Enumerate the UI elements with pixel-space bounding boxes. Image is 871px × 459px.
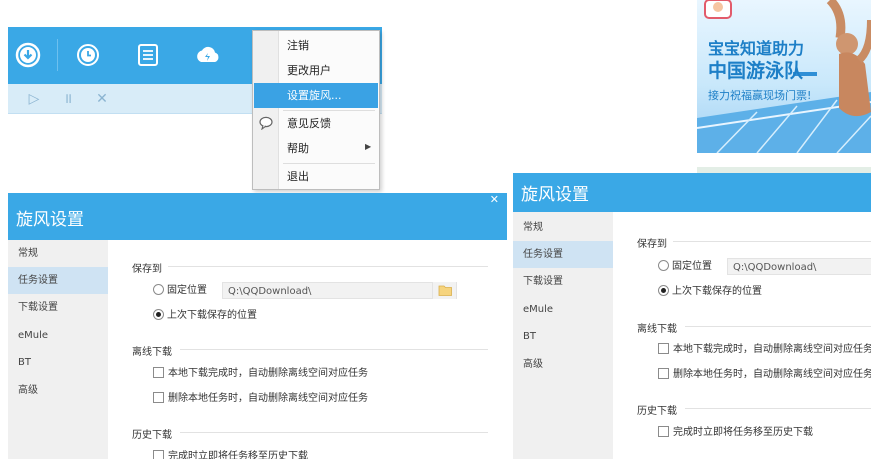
close-icon[interactable]: ✕ [94, 91, 110, 107]
checkbox-box[interactable] [153, 367, 164, 378]
section-offline: 离线下载 [132, 347, 172, 358]
save-path-field[interactable]: Q:\QQDownload\ [727, 258, 871, 275]
cloud-icon[interactable] [194, 41, 222, 69]
section-divider [685, 408, 871, 409]
dialog-title: 旋风设置 [16, 210, 84, 230]
nav-bt[interactable]: BT [513, 323, 613, 350]
section-divider [685, 326, 871, 327]
nav-task-settings[interactable]: 任务设置 [8, 267, 108, 294]
nav-bt[interactable]: BT [8, 349, 108, 376]
section-divider [180, 349, 488, 350]
nav-advanced[interactable]: 高级 [513, 351, 613, 378]
radio-label: 固定位置 [167, 285, 207, 296]
save-path-field[interactable]: Q:\QQDownload\ [222, 282, 457, 299]
checkbox-label: 完成时立即将任务移至历史下载 [673, 427, 813, 438]
dialog-title: 旋风设置 [521, 185, 589, 205]
submenu-arrow-icon: ▶ [365, 142, 372, 151]
section-save-to: 保存到 [132, 264, 162, 275]
menu-item-settings[interactable]: 设置旋风... [254, 83, 378, 108]
checkbox-label: 本地下载完成时，自动删除离线空间对应任务 [168, 368, 368, 379]
settings-dialog-right: 旋风设置 常规 任务设置 下载设置 eMule BT 高级 保存到 固定位置 Q… [513, 173, 871, 459]
checkbox-box[interactable] [658, 368, 669, 379]
section-divider [168, 266, 488, 267]
checkbox-label: 本地下载完成时，自动删除离线空间对应任务 [673, 344, 871, 355]
toolbar-divider [57, 39, 58, 71]
nav-advanced[interactable]: 高级 [8, 377, 108, 404]
checkbox-offline-delete-on-remove[interactable]: 删除本地任务时，自动删除离线空间对应任务 [153, 392, 368, 406]
nav-emule[interactable]: eMule [513, 296, 613, 323]
section-history: 历史下载 [637, 406, 677, 417]
nav-task-settings[interactable]: 任务设置 [513, 241, 613, 268]
settings-dialog-left: 旋风设置 ✕ 常规 任务设置 下载设置 eMule BT 高级 保存到 固定位置… [8, 193, 507, 459]
radio-last-location[interactable]: 上次下载保存的位置 [658, 285, 762, 299]
checkbox-move-to-history[interactable]: 完成时立即将任务移至历史下载 [658, 426, 813, 440]
settings-sidebar: 常规 任务设置 下载设置 eMule BT 高级 [8, 240, 108, 459]
menu-item-feedback[interactable]: 意见反馈 [254, 111, 378, 136]
context-menu: 注销 更改用户 设置旋风... 意见反馈 帮助 ▶ 退出 [252, 30, 380, 190]
radio-circle[interactable] [153, 309, 164, 320]
pause-icon[interactable]: ॥ [60, 91, 76, 107]
menu-item-help[interactable]: 帮助 [254, 136, 378, 161]
radio-circle[interactable] [153, 284, 164, 295]
menu-item-logout[interactable]: 注销 [254, 33, 378, 58]
radio-last-location[interactable]: 上次下载保存的位置 [153, 309, 257, 323]
menu-item-change-user[interactable]: 更改用户 [254, 58, 378, 83]
download-icon[interactable] [14, 41, 42, 69]
checkbox-box[interactable] [658, 343, 669, 354]
checkbox-box[interactable] [153, 392, 164, 403]
menu-item-exit[interactable]: 退出 [254, 164, 378, 189]
radio-circle[interactable] [658, 260, 669, 271]
checkbox-offline-delete-on-complete[interactable]: 本地下载完成时，自动删除离线空间对应任务 [153, 367, 368, 381]
radio-fixed-location[interactable]: 固定位置 [153, 284, 207, 298]
dialog-header: 旋风设置 [513, 173, 871, 212]
section-offline: 离线下载 [637, 324, 677, 335]
radio-label: 上次下载保存的位置 [672, 286, 762, 297]
close-icon[interactable]: ✕ [490, 193, 499, 206]
section-history: 历史下载 [132, 430, 172, 441]
radio-label: 上次下载保存的位置 [167, 310, 257, 321]
nav-general[interactable]: 常规 [8, 240, 108, 267]
radio-fixed-location[interactable]: 固定位置 [658, 260, 712, 274]
dialog-header: 旋风设置 ✕ [8, 193, 507, 240]
nav-download-settings[interactable]: 下载设置 [8, 294, 108, 321]
history-icon[interactable] [74, 41, 102, 69]
nav-download-settings[interactable]: 下载设置 [513, 268, 613, 295]
ad-banner[interactable]: 宝宝知道助力 中国游泳队 接力祝福赢现场门票! [697, 0, 871, 153]
checkbox-move-to-history[interactable]: 完成时立即将任务移至历史下载 [153, 450, 308, 459]
checkbox-label: 删除本地任务时，自动删除离线空间对应任务 [673, 369, 871, 380]
ad-headline-2: 中国游泳队 [708, 60, 804, 82]
checkbox-label: 完成时立即将任务移至历史下载 [168, 451, 308, 459]
list-icon[interactable] [134, 41, 162, 69]
section-save-to: 保存到 [637, 239, 667, 250]
radio-circle[interactable] [658, 285, 669, 296]
checkbox-offline-delete-on-complete[interactable]: 本地下载完成时，自动删除离线空间对应任务 [658, 343, 871, 357]
folder-icon [438, 285, 452, 296]
radio-label: 固定位置 [672, 261, 712, 272]
section-divider [180, 432, 488, 433]
ad-subline: 接力祝福赢现场门票! [708, 89, 812, 102]
checkbox-offline-delete-on-remove[interactable]: 删除本地任务时，自动删除离线空间对应任务 [658, 368, 871, 382]
checkbox-box[interactable] [658, 426, 669, 437]
checkbox-label: 删除本地任务时，自动删除离线空间对应任务 [168, 393, 368, 404]
nav-general[interactable]: 常规 [513, 214, 613, 241]
section-divider [673, 241, 871, 242]
checkbox-box[interactable] [153, 450, 164, 459]
browse-folder-button[interactable] [432, 282, 456, 299]
play-icon[interactable]: ▷ [26, 91, 42, 107]
nav-emule[interactable]: eMule [8, 322, 108, 349]
settings-sidebar: 常规 任务设置 下载设置 eMule BT 高级 [513, 212, 613, 459]
